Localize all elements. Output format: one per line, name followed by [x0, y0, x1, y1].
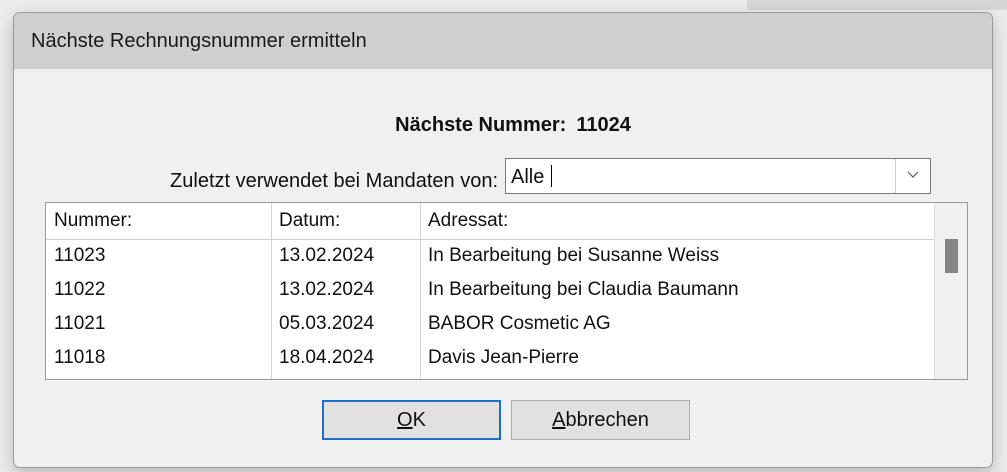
next-number-value: 11024	[576, 114, 631, 136]
table-header: Nummer: Datum: Adressat:	[46, 203, 936, 240]
mandate-label: Zuletzt verwendet bei Mandaten von:	[170, 170, 498, 192]
cell-nummer: 11018	[54, 347, 106, 368]
cancel-button[interactable]: Abbrechen	[511, 400, 690, 440]
cell-datum: 13.02.2024	[279, 279, 375, 300]
table-row[interactable]: 11021 05.03.2024 BABOR Cosmetic AG	[46, 308, 936, 342]
background-strip	[747, 0, 1007, 10]
cell-adressat: In Bearbeitung bei Claudia Baumann	[428, 279, 739, 300]
mandate-combobox-value[interactable]: Alle	[511, 166, 544, 189]
invoice-number-list[interactable]: Nummer: Datum: Adressat: 11023 13.02.202…	[45, 202, 968, 380]
combobox-dropdown-button[interactable]	[895, 159, 930, 193]
title-bar[interactable]: Nächste Rechnungsnummer ermitteln	[14, 13, 992, 69]
next-number-row: Nächste Nummer: 11024	[14, 114, 992, 137]
vertical-scrollbar[interactable]	[934, 203, 967, 379]
cell-datum: 13.02.2024	[279, 245, 375, 266]
text-cursor	[551, 165, 552, 187]
scrollbar-thumb[interactable]	[945, 239, 958, 273]
table-row[interactable]: 11018 18.04.2024 Davis Jean-Pierre	[46, 342, 936, 376]
ok-mnemonic: O	[397, 409, 413, 431]
cell-datum: 18.04.2024	[279, 347, 375, 368]
column-header-datum[interactable]: Datum:	[279, 210, 340, 232]
table-row[interactable]: 11022 13.02.2024 In Bearbeitung bei Clau…	[46, 274, 936, 308]
cell-nummer: 11021	[54, 313, 106, 334]
cell-adressat: BABOR Cosmetic AG	[428, 313, 611, 334]
cancel-label-rest: bbrechen	[565, 409, 649, 431]
mandate-combobox[interactable]: Alle	[505, 158, 931, 194]
dialog-title: Nächste Rechnungsnummer ermitteln	[31, 30, 367, 52]
ok-label-rest: K	[412, 409, 426, 431]
chevron-down-icon	[907, 171, 919, 178]
cell-nummer: 11022	[54, 279, 106, 300]
dialog-window: Nächste Rechnungsnummer ermitteln Nächst…	[13, 12, 993, 468]
next-number-label: Nächste Nummer:	[395, 114, 567, 136]
cell-adressat: In Bearbeitung bei Susanne Weiss	[428, 245, 720, 266]
cell-nummer: 11023	[54, 245, 106, 266]
cancel-mnemonic: A	[552, 409, 566, 431]
cell-datum: 05.03.2024	[279, 313, 375, 334]
cell-adressat: Davis Jean-Pierre	[428, 347, 579, 368]
column-header-nummer[interactable]: Nummer:	[54, 210, 132, 232]
ok-button[interactable]: OK	[322, 400, 501, 440]
column-header-adressat[interactable]: Adressat:	[428, 210, 508, 232]
table-row[interactable]: 11023 13.02.2024 In Bearbeitung bei Susa…	[46, 240, 936, 274]
